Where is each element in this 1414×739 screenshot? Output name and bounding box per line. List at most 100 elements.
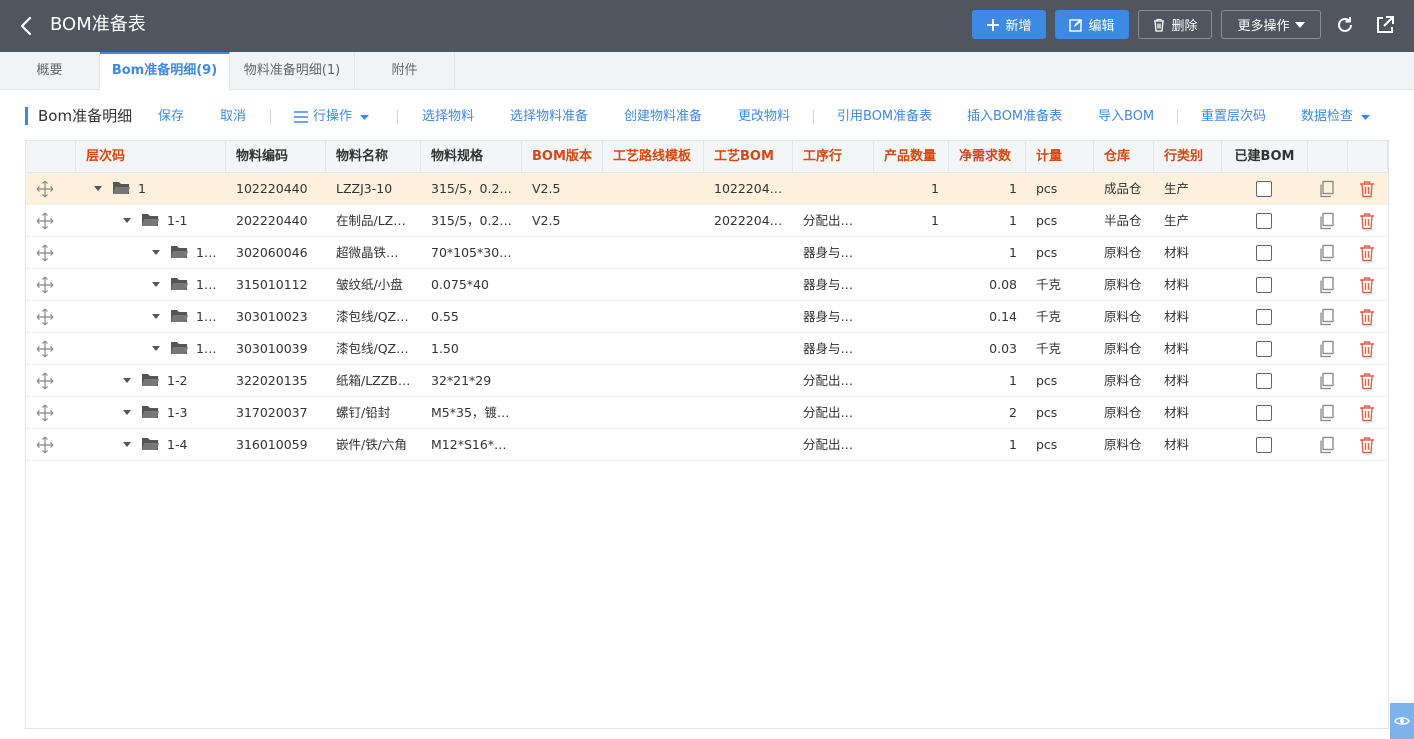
tab-material-detail[interactable]: 物料准备明细(1) (230, 52, 355, 90)
column-header[interactable]: 计量 (1026, 141, 1094, 173)
select-material-button[interactable]: 选择物料 (422, 108, 474, 126)
column-header[interactable]: 工艺路线模板 (603, 141, 704, 173)
column-header[interactable]: 已建BOM (1222, 141, 1308, 173)
expand-caret-icon[interactable] (123, 378, 131, 383)
bom-version-cell (532, 397, 597, 429)
copy-icon[interactable] (1318, 276, 1336, 294)
tab-attachments[interactable]: 附件 (355, 52, 455, 90)
move-icon[interactable] (36, 308, 54, 326)
delete-icon[interactable] (1358, 308, 1376, 326)
back-arrow-icon[interactable] (16, 14, 38, 38)
row-type-cell: 生产 (1164, 181, 1190, 196)
move-icon[interactable] (36, 180, 54, 198)
column-header[interactable]: 净需求数 (949, 141, 1026, 173)
column-header[interactable]: 工序行 (793, 141, 874, 173)
select-material-prep-button[interactable]: 选择物料准备 (510, 108, 588, 126)
tab-bom-detail[interactable]: Bom准备明细(9) (100, 52, 230, 91)
column-header[interactable]: 物料编码 (226, 141, 326, 173)
cancel-button[interactable]: 取消 (220, 108, 246, 126)
bom-built-checkbox[interactable] (1256, 245, 1272, 261)
delete-icon[interactable] (1358, 276, 1376, 294)
save-button[interactable]: 保存 (158, 108, 184, 126)
bom-built-checkbox[interactable] (1256, 373, 1272, 389)
table-row[interactable]: 1 102220440 LZZJ3-10 315/5，0.2… V2.5 1022204…… (26, 173, 1388, 205)
copy-icon[interactable] (1318, 244, 1336, 262)
reference-bom-button[interactable]: 引用BOM准备表 (837, 108, 932, 126)
expand-caret-icon[interactable] (94, 186, 102, 191)
copy-icon[interactable] (1318, 180, 1336, 198)
view-toggle-button[interactable] (1390, 703, 1414, 739)
column-header[interactable]: 仓库 (1094, 141, 1154, 173)
column-header[interactable]: 物料规格 (421, 141, 522, 173)
row-type-cell: 生产 (1164, 213, 1190, 228)
delete-icon[interactable] (1358, 372, 1376, 390)
tab-overview[interactable]: 概要 (0, 52, 100, 90)
delete-icon[interactable] (1358, 436, 1376, 454)
copy-icon[interactable] (1318, 404, 1336, 422)
move-icon[interactable] (36, 212, 54, 230)
table-row[interactable]: 1-1 202220440 在制品/LZ… 315/5，0.2… V2.5 2022204… (26, 205, 1388, 237)
delete-icon[interactable] (1358, 180, 1376, 198)
change-material-button[interactable]: 更改物料 (738, 108, 790, 126)
copy-icon[interactable] (1318, 340, 1336, 358)
bom-built-checkbox[interactable] (1256, 277, 1272, 293)
reset-level-code-button[interactable]: 重置层次码 (1201, 108, 1266, 126)
warehouse-cell: 原料仓 (1104, 277, 1142, 292)
delete-icon[interactable] (1358, 212, 1376, 230)
copy-icon[interactable] (1318, 436, 1336, 454)
column-header[interactable]: 行类别 (1154, 141, 1222, 173)
bom-built-checkbox[interactable] (1256, 405, 1272, 421)
bom-built-checkbox[interactable] (1256, 213, 1272, 229)
move-icon[interactable] (36, 404, 54, 422)
caret-down-icon (1294, 21, 1305, 28)
bom-built-checkbox[interactable] (1256, 341, 1272, 357)
insert-bom-button[interactable]: 插入BOM准备表 (967, 108, 1062, 126)
add-button[interactable]: 新增 (972, 10, 1046, 39)
column-header[interactable]: 层次码 (76, 141, 226, 173)
more-actions-dropdown[interactable]: 更多操作 (1221, 10, 1321, 39)
delete-icon[interactable] (1358, 244, 1376, 262)
delete-button[interactable]: 删除 (1138, 10, 1212, 39)
table-row[interactable]: 1… 315010112 皱纹纸/小盘 0.075*40 器身与… 0.08 千克 原料仓 材料 (26, 269, 1388, 301)
create-material-prep-button[interactable]: 创建物料准备 (624, 108, 702, 126)
table-row[interactable]: 1-2 322020135 纸箱/LZZB… 32*21*29 分配出… 1 pcs 原料仓 材… (26, 365, 1388, 397)
column-header[interactable]: BOM版本 (522, 141, 603, 173)
column-header[interactable]: 工艺BOM (704, 141, 793, 173)
copy-icon[interactable] (1318, 372, 1336, 390)
expand-caret-icon[interactable] (152, 250, 160, 255)
expand-caret-icon[interactable] (123, 218, 131, 223)
refresh-icon[interactable] (1334, 14, 1356, 36)
copy-icon[interactable] (1318, 308, 1336, 326)
column-header[interactable]: 产品数量 (874, 141, 949, 173)
copy-icon[interactable] (1318, 212, 1336, 230)
spec-cell: 1.50 (431, 341, 459, 356)
bom-built-checkbox[interactable] (1256, 437, 1272, 453)
table-row[interactable]: 1-4 316010059 嵌件/铁/六角 M12*S16*2… 分配出… 1 pcs 原料仓… (26, 429, 1388, 461)
delete-icon[interactable] (1358, 404, 1376, 422)
move-icon[interactable] (36, 436, 54, 454)
table-row[interactable]: 1… 303010023 漆包线/QZ… 0.55 器身与… 0.14 千克 原料仓 材料 (26, 301, 1388, 333)
move-icon[interactable] (36, 372, 54, 390)
table-row[interactable]: 1… 302060046 超微晶铁… 70*105*30/… 器身与… 1 pcs 原料仓 材料 (26, 237, 1388, 269)
move-icon[interactable] (36, 340, 54, 358)
column-header[interactable]: 物料名称 (326, 141, 421, 173)
delete-icon[interactable] (1358, 340, 1376, 358)
expand-caret-icon[interactable] (123, 410, 131, 415)
expand-caret-icon[interactable] (152, 346, 160, 351)
edit-button[interactable]: 编辑 (1055, 10, 1129, 39)
expand-caret-icon[interactable] (152, 314, 160, 319)
move-icon[interactable] (36, 244, 54, 262)
bom-built-checkbox[interactable] (1256, 181, 1272, 197)
expand-caret-icon[interactable] (123, 442, 131, 447)
open-external-icon[interactable] (1374, 14, 1396, 36)
expand-caret-icon[interactable] (152, 282, 160, 287)
data-check-dropdown[interactable]: 数据检查 (1301, 108, 1371, 126)
bom-detail-table: 层次码 物料编码 物料名称 物料规格 BOM版本 工艺路线模板 工艺BOM 工序行 产品数量 净需… (25, 140, 1389, 729)
import-bom-button[interactable]: 导入BOM (1098, 108, 1154, 126)
move-icon[interactable] (36, 276, 54, 294)
warehouse-cell: 成品仓 (1104, 181, 1142, 196)
bom-built-checkbox[interactable] (1256, 309, 1272, 325)
row-operations-dropdown[interactable]: 行操作 (294, 108, 370, 126)
table-row[interactable]: 1-3 317020037 螺钉/铅封 M5*35，镀… 分配出… 2 pcs 原料仓 材料 (26, 397, 1388, 429)
table-row[interactable]: 1… 303010039 漆包线/QZ… 1.50 器身与… 0.03 千克 原料仓 材料 (26, 333, 1388, 365)
